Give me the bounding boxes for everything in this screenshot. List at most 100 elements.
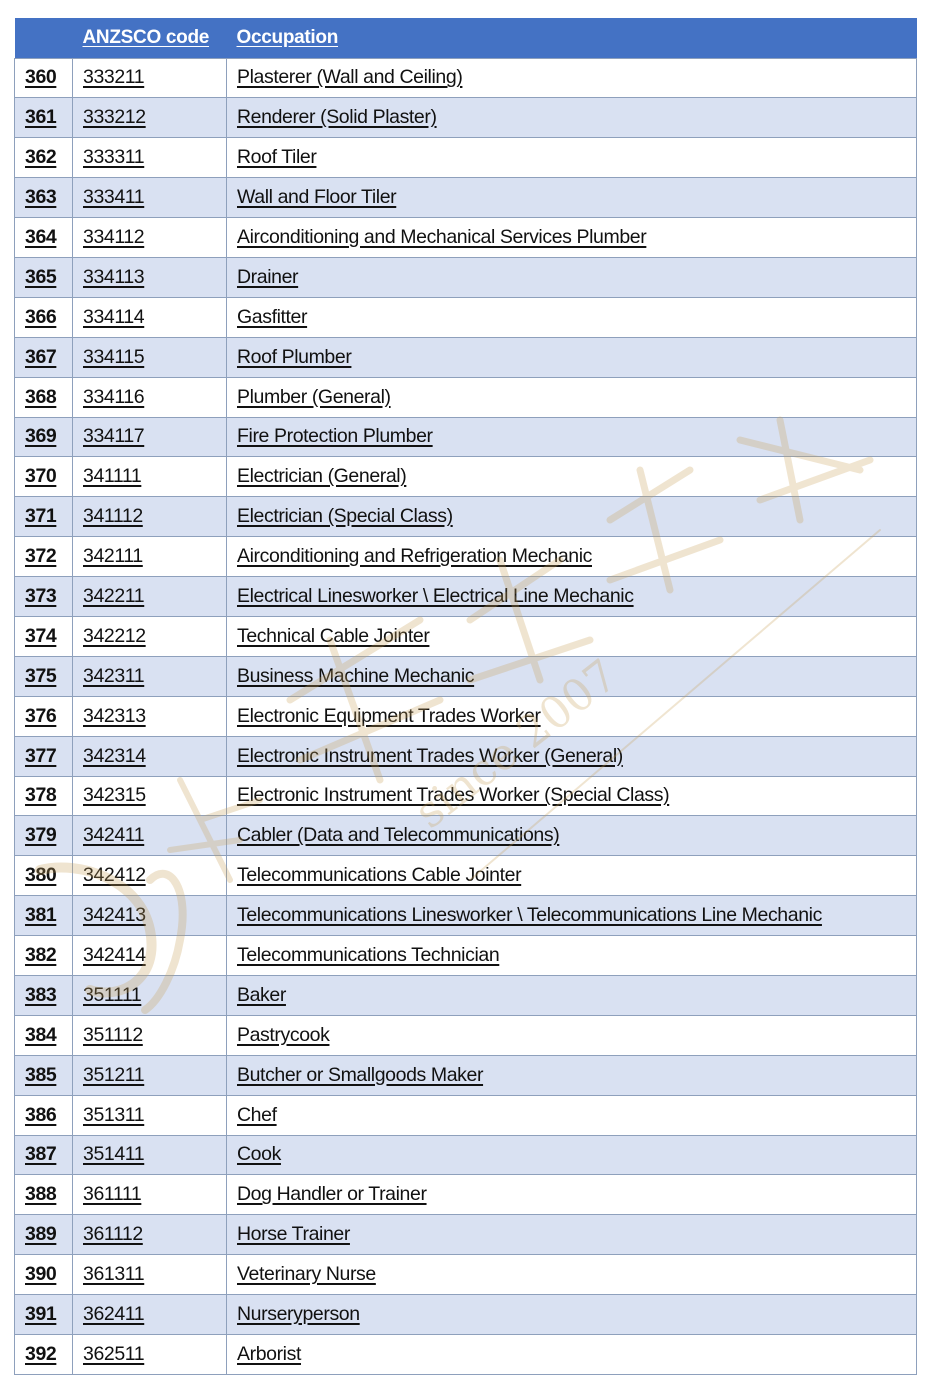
row-number-link[interactable]: 389	[25, 1223, 57, 1245]
occupation-link[interactable]: Electronic Equipment Trades Worker	[237, 705, 541, 727]
anzsco-code-link[interactable]: 342311	[83, 665, 145, 687]
anzsco-code-link[interactable]: 334114	[83, 306, 145, 328]
anzsco-code-link[interactable]: 351111	[83, 984, 142, 1006]
row-number-link[interactable]: 375	[25, 665, 57, 687]
anzsco-code-link[interactable]: 342315	[83, 784, 146, 806]
anzsco-code-link[interactable]: 351411	[83, 1143, 145, 1165]
occupation-link[interactable]: Telecommunications Linesworker \ Telecom…	[237, 904, 822, 926]
anzsco-code-link[interactable]: 341112	[83, 505, 143, 527]
row-number-link[interactable]: 363	[25, 186, 57, 208]
occupation-link[interactable]: Baker	[237, 984, 286, 1006]
row-number-link[interactable]: 362	[25, 146, 57, 168]
occupation-link[interactable]: Electrician (General)	[237, 465, 407, 487]
occupation-link[interactable]: Airconditioning and Mechanical Services …	[237, 226, 647, 248]
occupation-link[interactable]: Chef	[237, 1104, 277, 1126]
row-number-link[interactable]: 373	[25, 585, 57, 607]
occupation-link[interactable]: Plasterer (Wall and Ceiling)	[237, 66, 463, 88]
anzsco-code-link[interactable]: 334116	[83, 386, 145, 408]
occupation-link[interactable]: Wall and Floor Tiler	[237, 186, 397, 208]
row-number-link[interactable]: 372	[25, 545, 57, 567]
row-number-link[interactable]: 379	[25, 824, 57, 846]
anzsco-code-link[interactable]: 361311	[83, 1263, 145, 1285]
anzsco-code-link[interactable]: 361112	[83, 1223, 143, 1245]
row-number-link[interactable]: 392	[25, 1343, 57, 1365]
anzsco-code-link[interactable]: 342111	[83, 545, 143, 567]
anzsco-code-link[interactable]: 341111	[83, 465, 142, 487]
occupation-link[interactable]: Fire Protection Plumber	[237, 425, 433, 447]
row-number-link[interactable]: 390	[25, 1263, 57, 1285]
occupation-link[interactable]: Technical Cable Jointer	[237, 625, 430, 647]
occupation-link[interactable]: Nurseryperson	[237, 1303, 360, 1325]
occupation-link[interactable]: Business Machine Mechanic	[237, 665, 475, 687]
anzsco-code-link[interactable]: 342412	[83, 864, 146, 886]
anzsco-code-link[interactable]: 333311	[83, 146, 145, 168]
occupation-link[interactable]: Roof Plumber	[237, 346, 352, 368]
row-number-link[interactable]: 360	[25, 66, 57, 88]
row-number-link[interactable]: 376	[25, 705, 57, 727]
header-anzsco-code-link[interactable]: ANZSCO code	[83, 27, 210, 48]
row-number-link[interactable]: 384	[25, 1024, 57, 1046]
row-number-link[interactable]: 383	[25, 984, 57, 1006]
row-number-link[interactable]: 378	[25, 784, 57, 806]
anzsco-code-link[interactable]: 362511	[83, 1343, 145, 1365]
anzsco-code-link[interactable]: 342314	[83, 745, 146, 767]
row-number-link[interactable]: 366	[25, 306, 57, 328]
row-number-link[interactable]: 370	[25, 465, 57, 487]
occupation-link[interactable]: Electronic Instrument Trades Worker (Gen…	[237, 745, 623, 767]
occupation-link[interactable]: Telecommunications Technician	[237, 944, 500, 966]
anzsco-code-link[interactable]: 362411	[83, 1303, 145, 1325]
anzsco-code-link[interactable]: 342313	[83, 705, 146, 727]
row-number-link[interactable]: 365	[25, 266, 57, 288]
occupation-link[interactable]: Veterinary Nurse	[237, 1263, 376, 1285]
row-number-link[interactable]: 388	[25, 1183, 57, 1205]
occupation-link[interactable]: Electrician (Special Class)	[237, 505, 453, 527]
anzsco-code-link[interactable]: 334117	[83, 425, 145, 447]
row-number-link[interactable]: 381	[25, 904, 57, 926]
row-number-link[interactable]: 371	[25, 505, 57, 527]
row-number-link[interactable]: 391	[25, 1303, 57, 1325]
occupation-link[interactable]: Butcher or Smallgoods Maker	[237, 1064, 483, 1086]
occupation-link[interactable]: Cook	[237, 1143, 281, 1165]
occupation-link[interactable]: Cabler (Data and Telecommunications)	[237, 824, 560, 846]
row-number-link[interactable]: 382	[25, 944, 57, 966]
anzsco-code-link[interactable]: 342414	[83, 944, 146, 966]
row-number-link[interactable]: 386	[25, 1104, 57, 1126]
occupation-link[interactable]: Dog Handler or Trainer	[237, 1183, 427, 1205]
row-number-link[interactable]: 377	[25, 745, 57, 767]
header-anzsco-code[interactable]: ANZSCO code	[73, 18, 227, 58]
header-occupation-link[interactable]: Occupation	[237, 27, 339, 48]
row-number-link[interactable]: 361	[25, 106, 57, 128]
anzsco-code-link[interactable]: 342413	[83, 904, 146, 926]
anzsco-code-link[interactable]: 334112	[83, 226, 145, 248]
anzsco-code-link[interactable]: 342411	[83, 824, 145, 846]
occupation-link[interactable]: Plumber (General)	[237, 386, 391, 408]
anzsco-code-link[interactable]: 351211	[83, 1064, 145, 1086]
row-number-link[interactable]: 387	[25, 1143, 57, 1165]
occupation-link[interactable]: Telecommunications Cable Jointer	[237, 864, 522, 886]
occupation-link[interactable]: Gasfitter	[237, 306, 307, 328]
row-number-link[interactable]: 369	[25, 425, 57, 447]
occupation-link[interactable]: Pastrycook	[237, 1024, 330, 1046]
row-number-link[interactable]: 368	[25, 386, 57, 408]
anzsco-code-link[interactable]: 342211	[83, 585, 145, 607]
anzsco-code-link[interactable]: 333411	[83, 186, 145, 208]
occupation-link[interactable]: Roof Tiler	[237, 146, 317, 168]
anzsco-code-link[interactable]: 334115	[83, 346, 145, 368]
anzsco-code-link[interactable]: 342212	[83, 625, 146, 647]
row-number-link[interactable]: 380	[25, 864, 57, 886]
anzsco-code-link[interactable]: 333211	[83, 66, 145, 88]
occupation-link[interactable]: Airconditioning and Refrigeration Mechan…	[237, 545, 592, 567]
row-number-link[interactable]: 385	[25, 1064, 57, 1086]
row-number-link[interactable]: 374	[25, 625, 57, 647]
occupation-link[interactable]: Electrical Linesworker \ Electrical Line…	[237, 585, 634, 607]
occupation-link[interactable]: Electronic Instrument Trades Worker (Spe…	[237, 784, 670, 806]
occupation-link[interactable]: Renderer (Solid Plaster)	[237, 106, 437, 128]
occupation-link[interactable]: Horse Trainer	[237, 1223, 350, 1245]
row-number-link[interactable]: 364	[25, 226, 57, 248]
occupation-link[interactable]: Drainer	[237, 266, 299, 288]
anzsco-code-link[interactable]: 351311	[83, 1104, 145, 1126]
header-occupation[interactable]: Occupation	[227, 18, 917, 58]
occupation-link[interactable]: Arborist	[237, 1343, 301, 1365]
anzsco-code-link[interactable]: 361111	[83, 1183, 142, 1205]
anzsco-code-link[interactable]: 351112	[83, 1024, 143, 1046]
